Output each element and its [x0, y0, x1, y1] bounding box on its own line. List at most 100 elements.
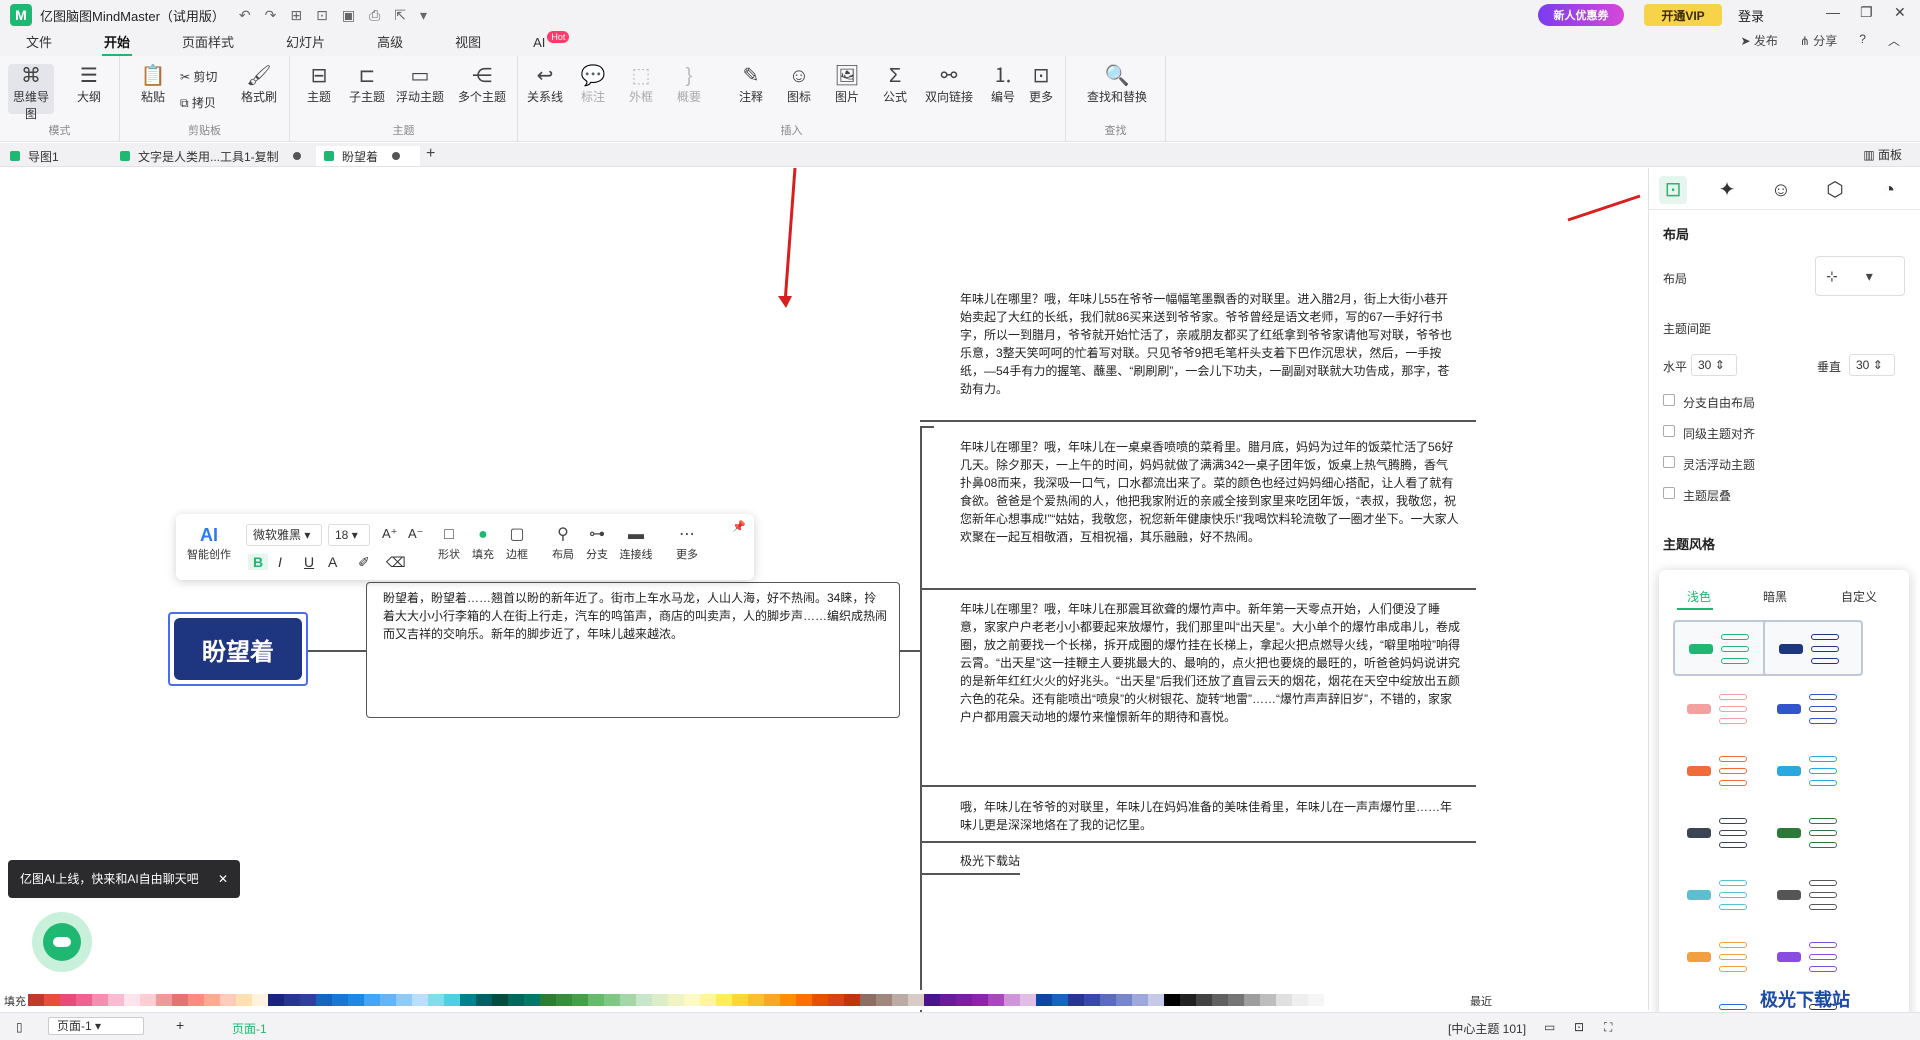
color-swatch[interactable]	[1052, 994, 1068, 1006]
layout-button[interactable]: ⚲ 布局	[548, 524, 578, 562]
subtopic-1[interactable]: 年味儿在哪里？哦，年味儿55在爷爷一幅幅笔墨飘香的对联里。进入腊2月，街上大街小…	[960, 290, 1460, 398]
color-swatch[interactable]	[28, 994, 44, 1006]
pin-icon[interactable]: 📌	[732, 520, 746, 533]
color-swatch[interactable]	[1308, 994, 1324, 1006]
color-swatch[interactable]	[156, 994, 172, 1006]
shape-button[interactable]: □ 形状	[434, 524, 464, 562]
color-swatch[interactable]	[620, 994, 636, 1006]
color-swatch[interactable]	[268, 994, 284, 1006]
color-swatch[interactable]	[588, 994, 604, 1006]
color-swatch[interactable]	[1100, 994, 1116, 1006]
more-button[interactable]: ⋯ 更多	[672, 524, 702, 562]
style-tab-dark[interactable]: 暗黑	[1763, 588, 1787, 605]
underline-button[interactable]: U	[304, 554, 314, 570]
color-swatch[interactable]	[684, 994, 700, 1006]
menu-tab-page-style[interactable]: 页面样式	[156, 30, 260, 56]
color-swatch[interactable]	[396, 994, 412, 1006]
highlight-icon[interactable]: ✐	[358, 554, 370, 571]
connector-line-button[interactable]: ▬ 连接线	[616, 524, 656, 562]
print-icon[interactable]: ⎙	[369, 7, 380, 24]
subtopic-button[interactable]: ⊏ 子主题	[344, 64, 390, 105]
color-swatch[interactable]	[300, 994, 316, 1006]
outline-mode-button[interactable]: ☰ 大纲	[66, 64, 112, 105]
theme-thumbnail[interactable]	[1763, 868, 1863, 924]
color-swatch[interactable]	[924, 994, 940, 1006]
color-swatch[interactable]	[524, 994, 540, 1006]
color-swatch[interactable]	[412, 994, 428, 1006]
color-swatch[interactable]	[748, 994, 764, 1006]
color-swatch[interactable]	[860, 994, 876, 1006]
fill-button[interactable]: ● 填充	[468, 524, 498, 562]
color-swatch[interactable]	[988, 994, 1004, 1006]
color-swatch[interactable]	[1036, 994, 1052, 1006]
close-tip-icon[interactable]: ✕	[218, 860, 228, 898]
color-swatch[interactable]	[284, 994, 300, 1006]
color-swatch[interactable]	[908, 994, 924, 1006]
color-swatch[interactable]	[700, 994, 716, 1006]
color-swatch[interactable]	[236, 994, 252, 1006]
increase-font-icon[interactable]: A⁺	[382, 526, 398, 542]
color-swatch[interactable]	[764, 994, 780, 1006]
maximize-icon[interactable]: ❐	[1860, 4, 1873, 21]
align-checkbox[interactable]	[1663, 425, 1675, 437]
color-swatch[interactable]	[1148, 994, 1164, 1006]
color-swatch[interactable]	[1292, 994, 1308, 1006]
color-swatch[interactable]	[828, 994, 844, 1006]
icon-button[interactable]: ☺ 图标	[776, 64, 822, 105]
free-layout-checkbox[interactable]	[1663, 394, 1675, 406]
ai-panel-icon[interactable]: ✦	[1713, 176, 1741, 204]
summary-button[interactable]: } 概要	[666, 64, 712, 105]
menu-tab-ai[interactable]: AI Hot	[507, 30, 571, 56]
undo-icon[interactable]: ↶	[239, 7, 251, 24]
ai-assistant-button[interactable]	[32, 912, 92, 972]
layout-panel-icon[interactable]: ⊡	[1659, 176, 1687, 204]
color-swatch[interactable]	[492, 994, 508, 1006]
boundary-button[interactable]: ⬚ 外框	[618, 64, 664, 105]
mindmap-mode-button[interactable]: ⌘ 思维导图	[8, 64, 54, 121]
font-family-select[interactable]: 微软雅黑 ▾	[246, 524, 322, 546]
doc-tab-1[interactable]: 导图1	[10, 146, 110, 166]
color-swatch[interactable]	[444, 994, 460, 1006]
mindmap-canvas[interactable]: 盼望着，盼望着……翘首以盼的新年近了。街市上车水马龙，人山人海，好不热闹。34睐…	[0, 168, 1648, 1040]
color-swatch[interactable]	[716, 994, 732, 1006]
color-swatch[interactable]	[1324, 994, 1340, 1006]
color-swatch[interactable]	[1228, 994, 1244, 1006]
color-swatch[interactable]	[1004, 994, 1020, 1006]
color-swatch[interactable]	[1116, 994, 1132, 1006]
color-swatch[interactable]	[844, 994, 860, 1006]
topic-overlap-checkbox[interactable]	[1663, 487, 1675, 499]
color-swatch[interactable]	[940, 994, 956, 1006]
color-swatch[interactable]	[1084, 994, 1100, 1006]
customize-quick-access-icon[interactable]: ▾	[420, 7, 427, 24]
collapse-ribbon-icon[interactable]: ︿	[1888, 32, 1900, 49]
color-swatch[interactable]	[876, 994, 892, 1006]
theme-thumbnail[interactable]	[1763, 930, 1863, 986]
color-swatch[interactable]	[956, 994, 972, 1006]
color-swatch[interactable]	[1180, 994, 1196, 1006]
menu-tab-file[interactable]: 文件	[0, 30, 78, 56]
color-swatch[interactable]	[428, 994, 444, 1006]
color-swatch[interactable]	[780, 994, 796, 1006]
color-swatch[interactable]	[1164, 994, 1180, 1006]
open-file-icon[interactable]: ⊡	[316, 7, 328, 24]
subtopic-3[interactable]: 年味儿在哪里？哦，年味儿在那震耳欲聋的爆竹声中。新年第一天零点开始，人们便没了睡…	[960, 600, 1460, 726]
theme-thumbnail[interactable]	[1673, 620, 1773, 676]
color-swatch[interactable]	[572, 994, 588, 1006]
decrease-font-icon[interactable]: A⁻	[408, 526, 424, 542]
page-panel-icon[interactable]: ▯	[16, 1020, 23, 1034]
subtopic-4[interactable]: 哦，年味儿在爷爷的对联里，年味儿在妈妈准备的美味佳肴里，年味儿在一声声爆竹里………	[960, 798, 1460, 834]
vertical-spacing-input[interactable]: 30 ⇕	[1849, 354, 1895, 376]
floating-topic-button[interactable]: ▭ 浮动主题	[392, 64, 448, 105]
color-swatch[interactable]	[92, 994, 108, 1006]
bidirectional-link-button[interactable]: ⚯ 双向链接	[920, 64, 978, 105]
theme-panel-icon[interactable]: ⬡	[1821, 176, 1849, 204]
theme-thumbnail[interactable]	[1673, 806, 1773, 862]
color-swatch[interactable]	[332, 994, 348, 1006]
color-swatch[interactable]	[252, 994, 268, 1006]
subtopic-5[interactable]: 极光下载站	[960, 852, 1160, 870]
note-button[interactable]: ✎ 注释	[728, 64, 774, 105]
multiple-topics-button[interactable]: ⋲ 多个主题	[452, 64, 512, 105]
copy-button[interactable]: ⧉ 拷贝	[180, 94, 216, 111]
color-swatch[interactable]	[892, 994, 908, 1006]
more-insert-button[interactable]: ⊡ 更多	[1018, 64, 1064, 105]
